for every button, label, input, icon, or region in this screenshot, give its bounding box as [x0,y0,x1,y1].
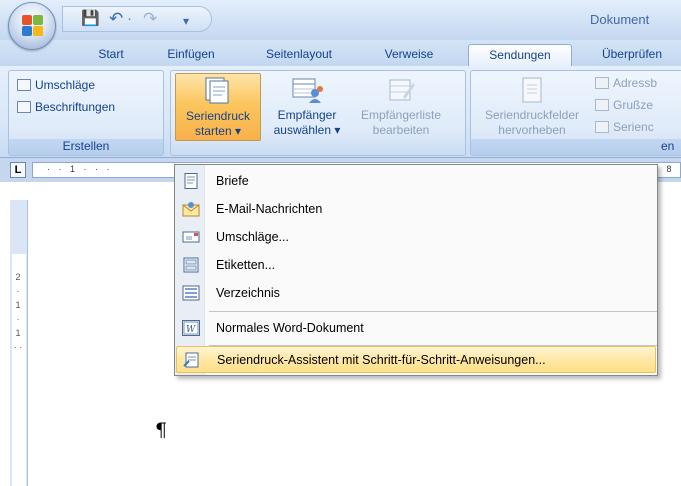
tab-seitenlayout[interactable]: Seitenlayout [254,44,344,66]
menu-separator [209,311,657,312]
umschlaege-button[interactable]: Umschläge [17,75,95,95]
insert-field-icon [595,121,609,133]
group-erstellen: Umschläge Beschriftungen Erstellen [8,70,164,156]
vertical-ruler-marks: 2 · 1 · 1 · · [13,272,23,352]
highlight-fields-icon [522,77,542,103]
wizard-icon [183,352,199,368]
empfaenger-auswaehlen-button[interactable]: Empfänger auswählen ▾ [265,73,349,141]
seriendruckfeld-einfuegen-button[interactable]: Serienc [595,117,654,137]
undo-icon[interactable]: ↶ [109,10,123,27]
adressblock-button[interactable]: Adressb [595,73,657,93]
tab-verweise[interactable]: Verweise [376,44,442,66]
quick-access-toolbar: 💾 ↶ · ↷ ▾ [62,6,212,32]
office-logo-icon [22,15,44,37]
group-label-erstellen: Erstellen [9,139,163,155]
seriendruck-starten-menu: Briefe E-Mail-Nachrichten Umschläge... E… [174,164,658,376]
beschriftungen-button[interactable]: Beschriftungen [17,97,115,117]
label-icon [17,101,31,113]
menu-item-etiketten[interactable]: Etiketten... [176,252,656,279]
letter-icon [184,173,198,189]
tab-selector[interactable]: L [10,162,26,178]
tab-einfuegen[interactable]: Einfügen [156,44,226,66]
title-bar: 💾 ↶ · ↷ ▾ Dokument [0,0,681,40]
greeting-line-icon [595,99,609,111]
save-icon[interactable]: 💾 [81,11,100,27]
customize-qat-icon[interactable]: ▾ [183,13,189,29]
group-label-partial: en [471,139,681,155]
tab-sendungen[interactable]: Sendungen [468,44,572,66]
directory-icon [182,285,200,301]
office-button[interactable] [8,2,56,50]
empfaengerliste-bearbeiten-button[interactable]: Empfängerliste bearbeiten [351,73,451,141]
email-icon [182,202,200,217]
tab-ueberpruefen[interactable]: Überprüfen [590,44,674,66]
document-title: Dokument [590,12,650,27]
group-seriendruck-starten: Seriendruck starten ▾ Empfänger auswähle… [170,70,466,156]
grusszeile-button[interactable]: Grußze [595,95,653,115]
menu-item-email-nachrichten[interactable]: E-Mail-Nachrichten [176,196,656,223]
edit-list-icon [389,79,415,101]
undo-dropdown-icon[interactable]: · [127,11,132,27]
group-felder-einfuegen: Seriendruckfelder hervorheben Adressb Gr… [470,70,681,156]
menu-item-umschlaege[interactable]: Umschläge... [176,224,656,251]
ribbon-tab-strip: Start Einfügen Seitenlayout Verweise Sen… [0,40,681,66]
labels-icon [183,257,199,273]
seriendruckfelder-hervorheben-button[interactable]: Seriendruckfelder hervorheben [475,73,589,141]
document-stack-icon [205,77,229,104]
redo-icon[interactable]: ↷ [143,10,157,27]
menu-item-briefe[interactable]: Briefe [176,168,656,195]
paragraph-mark: ¶ [155,419,168,441]
word-document-icon: W [182,320,200,336]
menu-item-seriendruck-assistent[interactable]: Seriendruck-Assistent mit Schritt-für-Sc… [176,346,656,373]
envelope-icon [17,79,31,91]
menu-item-verzeichnis[interactable]: Verzeichnis [176,280,656,307]
address-block-icon [595,77,609,89]
envelope-icon [182,231,200,243]
svg-text:W: W [186,325,196,335]
seriendruck-starten-button[interactable]: Seriendruck starten ▾ [175,73,261,141]
recipients-icon [292,78,323,103]
ribbon: Umschläge Beschriftungen Erstellen Serie… [0,66,681,158]
tab-start[interactable]: Start [86,44,136,66]
menu-item-normales-word-dokument[interactable]: W Normales Word-Dokument [176,315,656,342]
